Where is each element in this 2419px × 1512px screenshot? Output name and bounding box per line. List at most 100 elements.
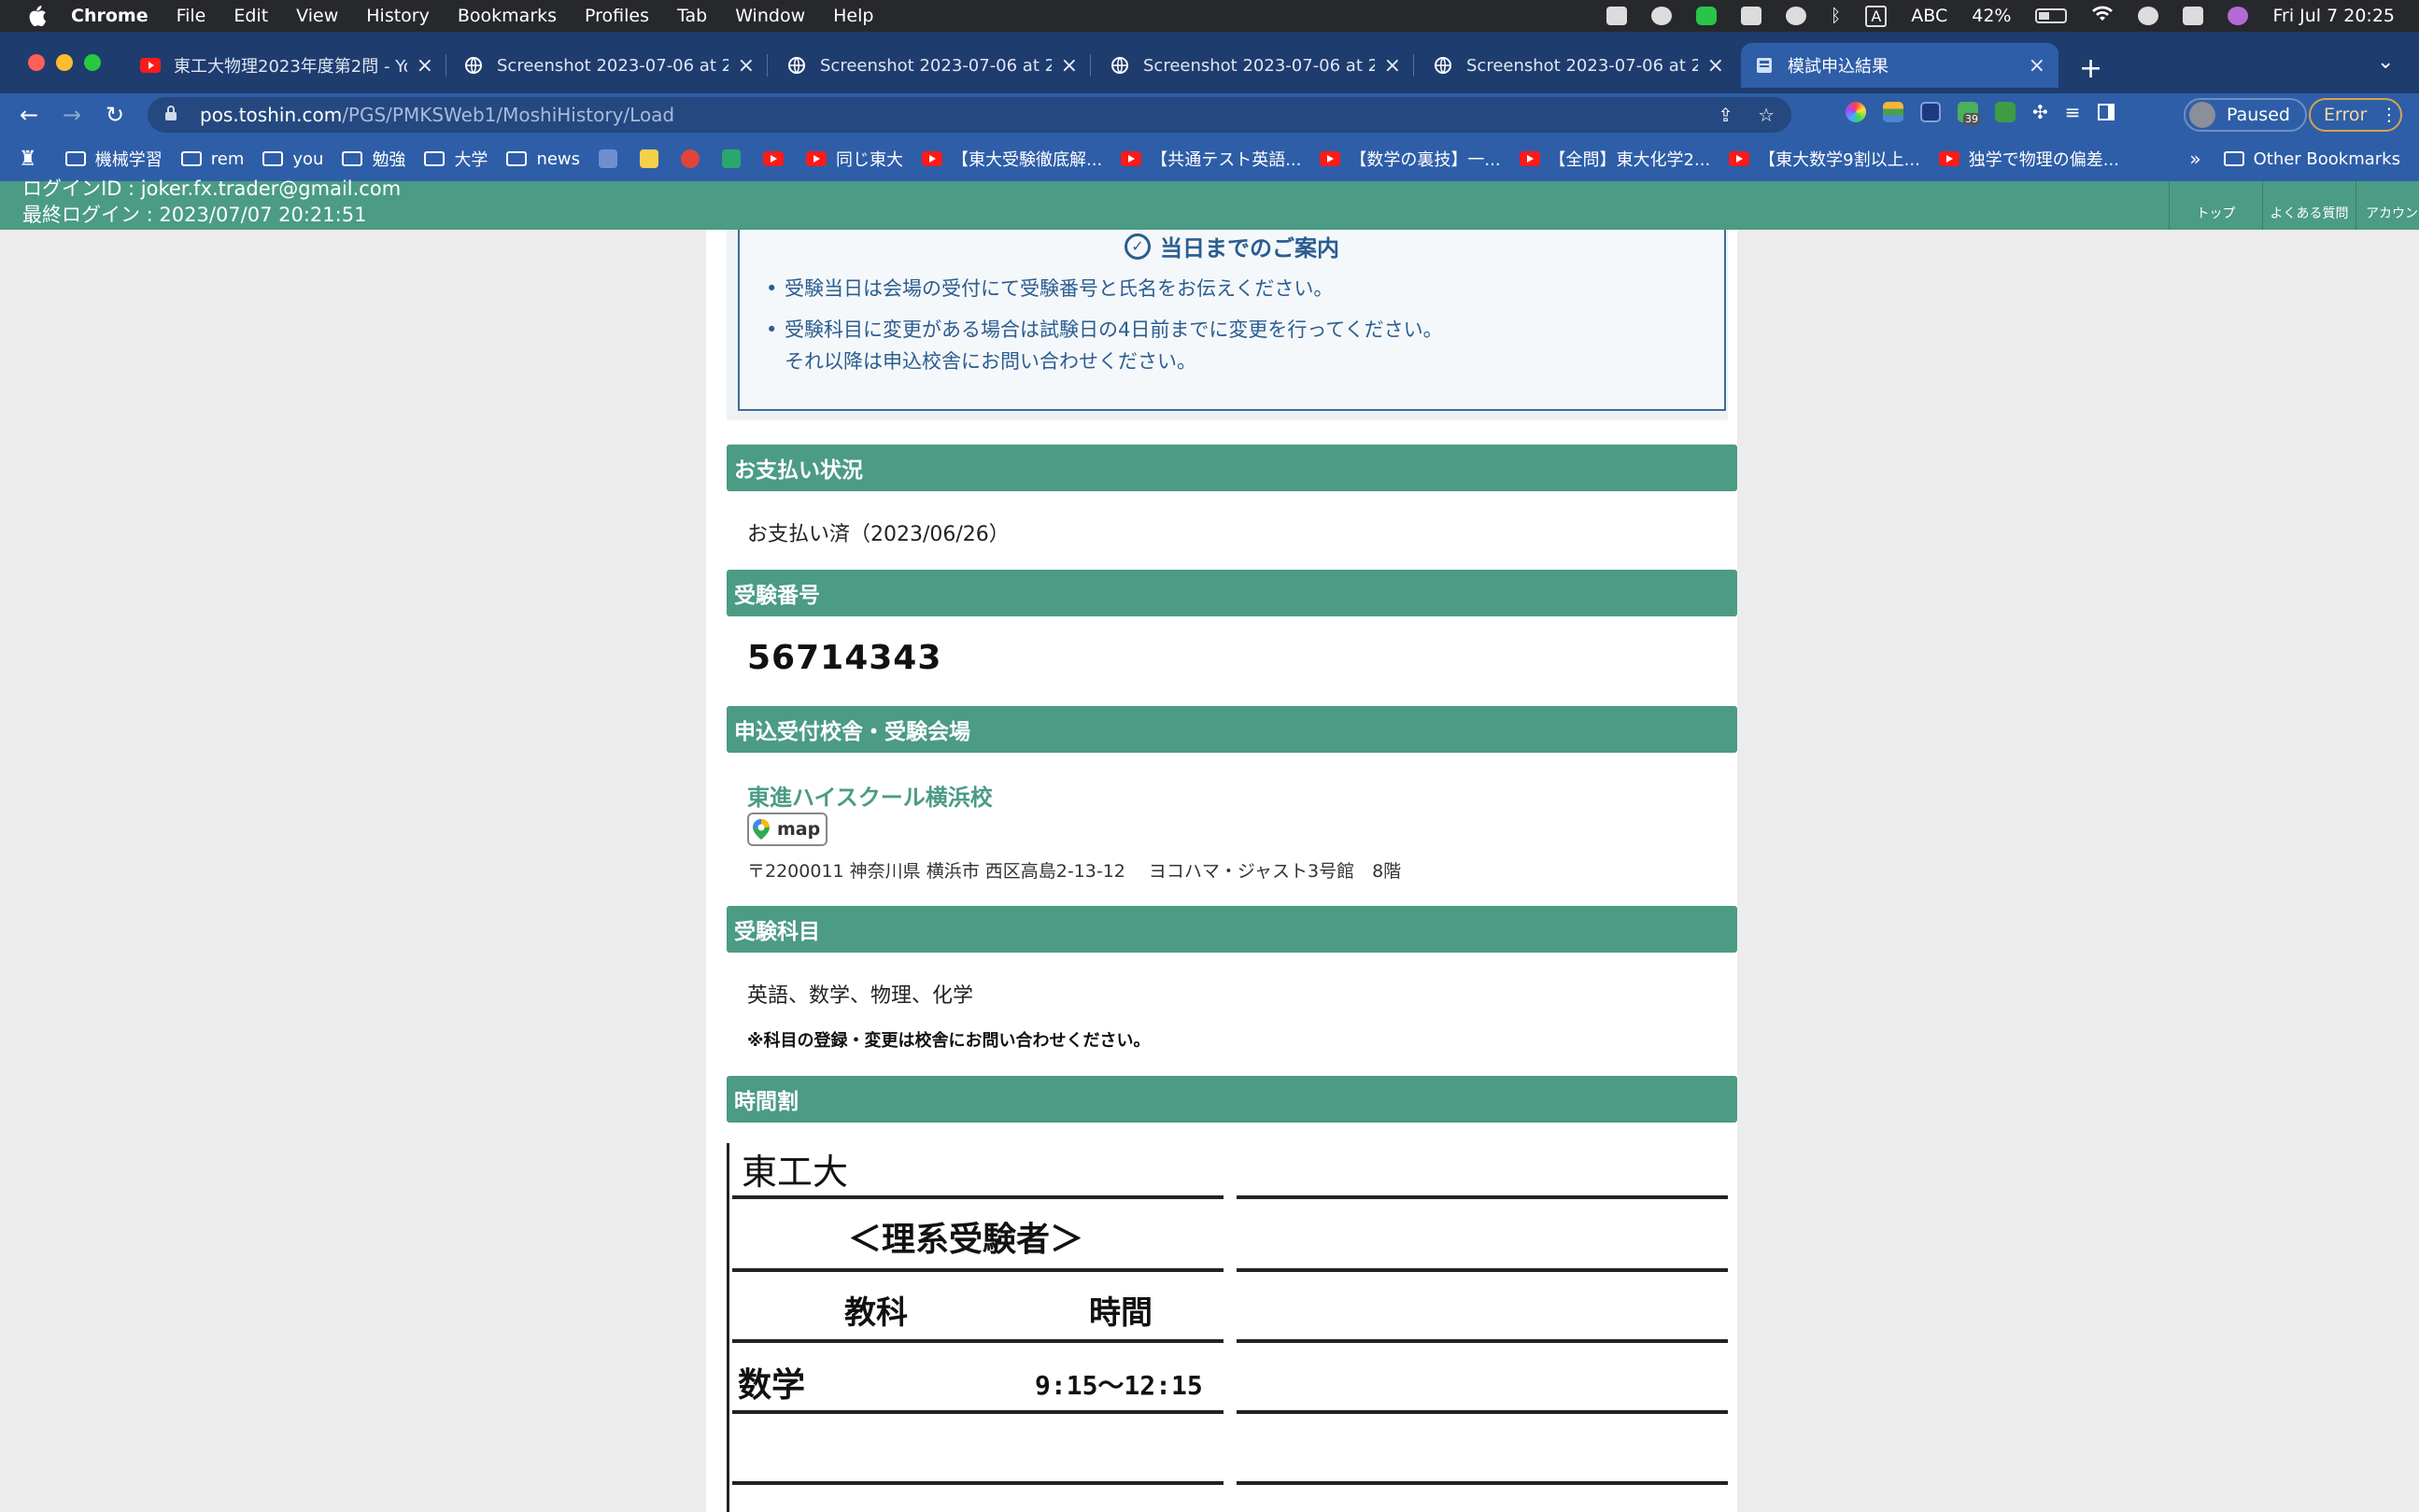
battery-icon[interactable] — [2035, 8, 2068, 23]
tab-youtube[interactable]: 東工大物理2023年度第2問 - YouTube × — [127, 43, 446, 88]
menu-view[interactable]: View — [296, 6, 338, 26]
control-center-icon[interactable] — [2183, 7, 2204, 25]
time-machine-icon[interactable] — [2138, 7, 2159, 25]
menu-app-name[interactable]: Chrome — [71, 6, 149, 26]
x-extension-icon[interactable] — [1995, 102, 2016, 122]
window-zoom-button[interactable] — [84, 54, 101, 71]
tab-close-icon[interactable]: × — [1707, 54, 1724, 78]
new-tab-button[interactable]: + — [2079, 52, 2102, 85]
back-arrow-icon[interactable]: ← — [7, 102, 50, 128]
bookmark-icon-2[interactable] — [640, 149, 668, 168]
apple-menu-icon[interactable] — [26, 5, 54, 27]
bookmark-folder-ml[interactable]: 機械学習 — [64, 147, 163, 171]
notice-item: 受験当日は会場の受付にて受験番号と氏名をお伝えください。 — [766, 273, 1443, 304]
timetable-border — [727, 1143, 729, 1512]
bookmark-youtube-6[interactable]: 【全問】東大化学2... — [1519, 147, 1710, 171]
puzzle-extensions-icon[interactable]: ✣ — [2032, 101, 2048, 123]
bluetooth-icon[interactable]: ᛒ — [1831, 6, 1841, 26]
menu-help[interactable]: Help — [833, 6, 873, 26]
extensions-row: 39 ✣ ≡ — [1846, 101, 2115, 125]
window-close-button[interactable] — [28, 54, 45, 71]
address-bar[interactable]: pos.toshin.com/PGS/PMKSWeb1/MoshiHistory… — [148, 97, 1791, 133]
notice-line: 受験科目に変更がある場合は試験日の4日前までに変更を行ってください。 — [785, 318, 1443, 341]
other-bookmarks-folder[interactable]: Other Bookmarks — [2223, 149, 2400, 169]
timetable-heading: 時間割 — [727, 1076, 1737, 1123]
grid-extension-icon[interactable] — [1920, 102, 1941, 122]
timetable-rule — [1237, 1268, 1728, 1272]
school-name-link[interactable]: 東進ハイスクール横浜校 — [747, 779, 993, 812]
map-button[interactable]: map — [747, 813, 828, 846]
tab-close-icon[interactable]: × — [738, 54, 755, 78]
bookmarks-overflow-button[interactable]: » — [2189, 148, 2200, 170]
side-panel-icon[interactable] — [2097, 104, 2115, 120]
menu-tab[interactable]: Tab — [677, 6, 707, 26]
tab-screenshot-1[interactable]: Screenshot 2023-07-06 at 21. × — [450, 43, 768, 88]
tab-screenshot-3[interactable]: Screenshot 2023-07-06 at 21. × — [1096, 43, 1414, 88]
nav-top-link[interactable]: トップ — [2169, 181, 2262, 230]
reading-list-icon[interactable]: ≡ — [2065, 101, 2081, 123]
bookmark-folder-study[interactable]: 勉強 — [342, 147, 405, 171]
bookmark-youtube-4[interactable]: 【共通テスト英語... — [1121, 147, 1301, 171]
reload-icon[interactable]: ↻ — [93, 102, 136, 128]
profile-button[interactable]: Paused — [2184, 98, 2307, 132]
error-button[interactable]: Error ⋮ — [2309, 98, 2402, 132]
nav-account-link[interactable]: アカウント — [2355, 181, 2419, 230]
menu-profiles[interactable]: Profiles — [585, 6, 649, 26]
input-source-icon[interactable]: A — [1865, 5, 1888, 27]
lock-icon[interactable] — [164, 104, 179, 126]
bookmark-youtube-3[interactable]: 【東大受験徹底解... — [922, 147, 1102, 171]
url-host: pos.toshin.com — [200, 104, 343, 126]
bookmark-folder-university[interactable]: 大学 — [424, 147, 488, 171]
tab-screenshot-2[interactable]: Screenshot 2023-07-06 at 21. × — [773, 43, 1091, 88]
siri-icon[interactable] — [2228, 7, 2249, 25]
bookmark-logo-icon[interactable]: ♜ — [19, 148, 37, 171]
forward-arrow-icon[interactable]: → — [50, 102, 93, 128]
input-mode-label[interactable]: ABC — [1911, 6, 1947, 26]
line-app-icon[interactable] — [1695, 7, 1717, 25]
bookmark-youtube-5[interactable]: 【数学の裏技】一... — [1320, 147, 1501, 171]
stack-extension-icon[interactable] — [1883, 102, 1903, 122]
tab-close-icon[interactable]: × — [1061, 54, 1078, 78]
timetable-col-time: 時間 — [1089, 1294, 1153, 1332]
share-icon[interactable]: ⇪ — [1718, 104, 1733, 126]
cloud-icon[interactable] — [1785, 7, 1806, 25]
tab-close-icon[interactable]: × — [2029, 54, 2045, 78]
tab-search-chevron-icon[interactable]: ⌄ — [2377, 50, 2394, 74]
bookmark-star-icon[interactable]: ☆ — [1758, 104, 1775, 126]
download-icon[interactable] — [1740, 7, 1761, 25]
bookmark-folder-you[interactable]: you — [262, 149, 323, 169]
menu-file[interactable]: File — [177, 6, 206, 26]
bookmark-youtube-1[interactable] — [763, 151, 793, 166]
tab-screenshot-4[interactable]: Screenshot 2023-07-06 at 21. × — [1420, 43, 1737, 88]
wifi-icon[interactable] — [2091, 6, 2114, 27]
bookmark-youtube-7[interactable]: 【東大数学9割以上... — [1729, 147, 1920, 171]
bookmark-folder-news[interactable]: news — [506, 149, 580, 169]
bookmark-icon-3[interactable] — [681, 149, 709, 168]
menu-window[interactable]: Window — [735, 6, 805, 26]
timetable-row-subject: 数学 — [738, 1366, 806, 1405]
bookmark-label: 勉強 — [372, 150, 406, 170]
screen-record-icon[interactable] — [1606, 7, 1627, 25]
menubar-clock[interactable]: Fri Jul 7 20:25 — [2272, 6, 2395, 26]
bookmark-label: 【東大受験徹底解... — [952, 150, 1103, 170]
tab-close-icon[interactable]: × — [1384, 54, 1401, 78]
color-picker-extension-icon[interactable] — [1846, 102, 1866, 122]
badge-extension-icon[interactable]: 39 — [1958, 102, 1980, 125]
bookmark-folder-rem[interactable]: rem — [180, 149, 244, 169]
subjects-list: 英語、数学、物理、化学 — [747, 984, 974, 1008]
menu-bookmarks[interactable]: Bookmarks — [458, 6, 557, 26]
bookmark-icon-4[interactable] — [722, 149, 750, 168]
bookmark-icon-1[interactable] — [599, 149, 627, 168]
number-4-icon[interactable] — [1650, 7, 1672, 25]
url-path: /PGS/PMKSWeb1/MoshiHistory/Load — [342, 104, 675, 126]
more-menu-icon[interactable]: ⋮ — [2380, 105, 2398, 125]
nav-faq-link[interactable]: よくある質問 — [2262, 181, 2355, 230]
menu-history[interactable]: History — [366, 6, 430, 26]
venue-address: 〒2200011 神奈川県 横浜市 西区高島2-13-12 ヨコハマ・ジャスト3… — [747, 861, 1402, 882]
menu-edit[interactable]: Edit — [233, 6, 268, 26]
bookmark-youtube-8[interactable]: 独学で物理の偏差... — [1938, 147, 2119, 171]
bookmark-youtube-2[interactable]: 同じ東大 — [806, 147, 903, 171]
window-minimize-button[interactable] — [56, 54, 73, 71]
tab-active-mock-exam-result[interactable]: 模試申込結果 × — [1741, 43, 2058, 88]
tab-close-icon[interactable]: × — [417, 54, 433, 78]
